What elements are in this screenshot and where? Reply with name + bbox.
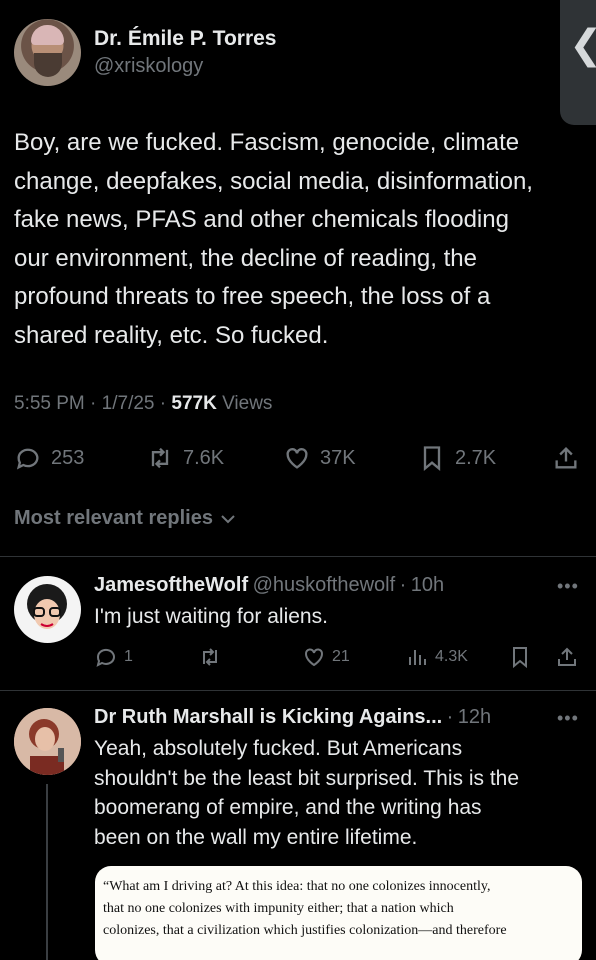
divider: [0, 556, 596, 557]
divider: [0, 690, 596, 691]
chevron-down-icon: [220, 515, 235, 524]
more-options-icon[interactable]: •••: [557, 576, 579, 597]
reply-time[interactable]: 12h: [458, 706, 491, 728]
quote-line: colonizes, that a civilization which jus…: [103, 923, 507, 938]
tweet-text-line: fake news, PFAS and other chemicals floo…: [14, 206, 509, 233]
reply-text-line: Yeah, absolutely fucked. But Americans: [94, 737, 463, 760]
reply-icon: [96, 648, 115, 667]
person-photo-image: [14, 708, 81, 775]
avatar-beard: [34, 53, 62, 77]
tweet-date[interactable]: 1/7/25: [102, 393, 155, 414]
share-button[interactable]: [552, 443, 589, 473]
more-options-icon[interactable]: •••: [557, 708, 579, 729]
analytics-icon: [409, 650, 426, 665]
replies-sort-dropdown[interactable]: Most relevant replies: [14, 507, 237, 530]
meta-separator: ·: [159, 393, 167, 414]
tweet-text-line: change, deepfakes, social media, disinfo…: [14, 167, 533, 195]
tweet-text-line: shared reality, etc. So fucked.: [14, 321, 329, 349]
reply-icon: [16, 448, 39, 470]
reply-button[interactable]: 253: [14, 443, 84, 473]
view-count: 4.3K: [435, 648, 468, 665]
author-name[interactable]: Dr. Émile P. Torres: [94, 27, 276, 51]
repost-icon: [151, 447, 169, 469]
views-count: 577K: [171, 393, 217, 414]
views-label: Views: [222, 393, 273, 414]
author-handle[interactable]: @xriskology: [94, 55, 203, 78]
reply-avatar[interactable]: [14, 576, 81, 643]
tweet-text-line: our environment, the decline of reading,…: [14, 244, 477, 272]
reply-like-button[interactable]: 21: [302, 645, 350, 669]
meta-separator: ·: [446, 706, 454, 728]
reply-views-button[interactable]: 4.3K: [405, 645, 468, 669]
meta-separator: ·: [399, 574, 407, 596]
like-button[interactable]: 37K: [283, 443, 356, 473]
meta-separator: ·: [90, 393, 97, 414]
reply-header: JamesoftheWolf @huskofthewolf · 10h: [94, 574, 444, 597]
repost-count: 7.6K: [183, 446, 225, 469]
reply-count: 1: [124, 648, 133, 665]
bookmark-icon: [423, 446, 441, 471]
author-avatar[interactable]: [14, 19, 81, 86]
replies-sort-label: Most relevant replies: [14, 507, 213, 529]
reply-time[interactable]: 10h: [411, 574, 444, 596]
cartoon-avatar-image: [27, 584, 67, 629]
tweet-text-line: Boy, are we fucked. Fascism, genocide, c…: [14, 129, 520, 156]
quote-image-card[interactable]: “What am I driving at? At this idea: tha…: [95, 866, 582, 960]
share-icon: [558, 647, 576, 666]
reply-text-line: boomerang of empire, and the writing has: [94, 796, 482, 819]
tweet-text: Boy, are we fucked. Fascism, genocide, c…: [14, 124, 584, 355]
reply-avatar[interactable]: [14, 708, 81, 775]
heart-icon: [286, 448, 308, 469]
tweet-time[interactable]: 5:55 PM: [14, 393, 85, 414]
reply-reply-button[interactable]: 1: [94, 645, 133, 669]
reply-text-line: shouldn't be the least bit surprised. Th…: [94, 766, 520, 790]
repost-icon: [203, 648, 217, 666]
bookmark-icon: [513, 647, 527, 669]
reply-author-handle[interactable]: @huskofthewolf: [253, 574, 396, 596]
avatar-beanie: [31, 25, 64, 45]
like-count: 37K: [320, 446, 356, 469]
reply-author-name[interactable]: Dr Ruth Marshall is Kicking Agains...: [94, 706, 442, 728]
bookmark-count: 2.7K: [455, 446, 497, 469]
repost-button[interactable]: 7.6K: [146, 443, 224, 473]
reply-repost-button[interactable]: [198, 645, 228, 669]
reply-text-line: been on the wall my entire lifetime.: [94, 825, 418, 849]
like-count: 21: [332, 648, 350, 665]
heart-icon: [305, 648, 323, 667]
quote-line: that no one colonizes with impunity eith…: [103, 901, 454, 916]
tweet-text-line: profound threats to free speech, the los…: [14, 283, 491, 310]
quote-line: “What am I driving at? At this idea: tha…: [103, 879, 491, 894]
reply-text: I'm just waiting for aliens.: [94, 605, 328, 628]
tweet-meta: 5:55 PM · 1/7/25 · 577K Views: [14, 393, 272, 415]
bookmark-button[interactable]: 2.7K: [418, 443, 496, 473]
thread-connector-line: [46, 784, 48, 960]
reply-count: 253: [51, 446, 85, 469]
reply-header: Dr Ruth Marshall is Kicking Agains... · …: [94, 706, 491, 729]
back-button[interactable]: ❮: [560, 0, 596, 125]
share-icon: [555, 447, 577, 469]
reply-bookmark-button[interactable]: [508, 645, 538, 669]
reply-author-name[interactable]: JamesoftheWolf: [94, 574, 248, 596]
reply-text: Yeah, absolutely fucked. But Americans s…: [94, 734, 519, 852]
chevron-left-icon: ❮: [569, 22, 596, 68]
reply-share-button[interactable]: [555, 645, 585, 669]
